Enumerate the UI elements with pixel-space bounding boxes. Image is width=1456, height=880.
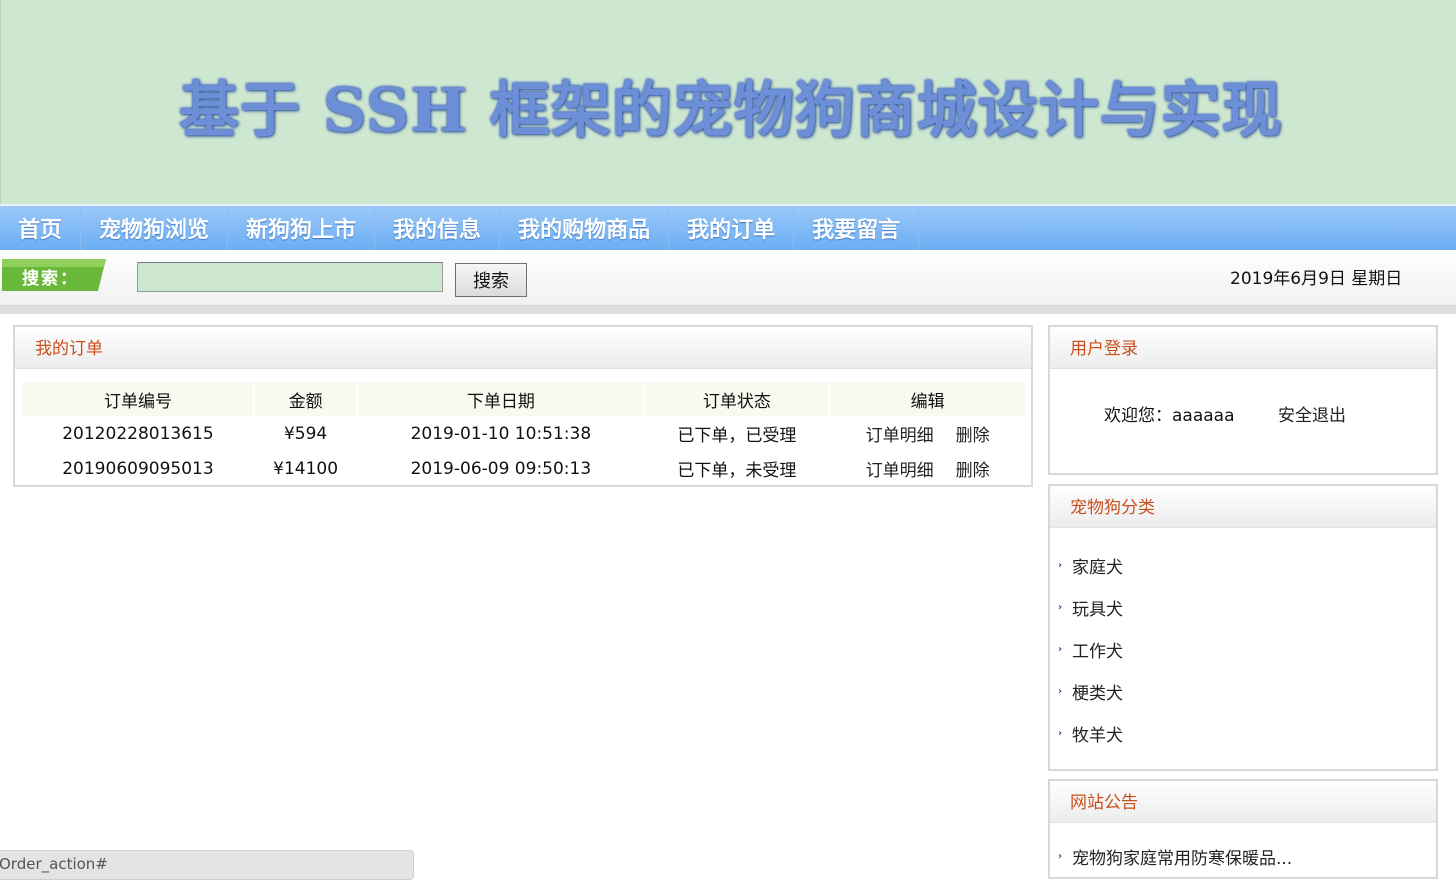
categories-panel: 宠物狗分类 › 家庭犬 › 玩具犬 › 工作犬 › 梗类犬 › 牧羊犬	[1048, 484, 1438, 771]
site-title: 基于 SSH 框架的宠物狗商城设计与实现	[179, 76, 1283, 146]
category-item[interactable]: › 玩具犬	[1058, 586, 1123, 628]
column-header-amount: 金额	[254, 382, 357, 416]
order-detail-link[interactable]: 订单明细	[866, 461, 934, 481]
order-detail-link[interactable]: 订单明细	[866, 426, 934, 446]
search-input[interactable]	[137, 262, 443, 292]
order-status: 已下单，未受理	[677, 461, 797, 481]
order-amount: ¥14100	[273, 458, 339, 479]
divider	[0, 306, 1456, 314]
order-actions: 订单明细 删除	[830, 451, 1025, 486]
orders-table: 订单编号 金额 下单日期 订单状态 编辑 20120228013615 ¥594…	[21, 382, 1027, 486]
current-date: 2019年6月9日 星期日	[1230, 269, 1403, 289]
search-bar: 搜索： 搜索 2019年6月9日 星期日	[0, 250, 1456, 306]
nav-item-my-orders[interactable]: 我的订单	[669, 206, 795, 250]
order-status: 已下单，已受理	[677, 426, 797, 446]
notice-list: › 宠物狗家庭常用防寒保暖品...	[1058, 835, 1292, 877]
table-header-row: 订单编号 金额 下单日期 订单状态 编辑	[23, 382, 1025, 416]
category-item[interactable]: › 家庭犬	[1058, 544, 1123, 586]
categories-panel-title: 宠物狗分类	[1050, 486, 1436, 528]
column-header-edit: 编辑	[830, 382, 1025, 416]
bullet-icon: ›	[1058, 601, 1063, 613]
site-banner: 基于 SSH 框架的宠物狗商城设计与实现	[0, 0, 1456, 204]
main-nav: 首页 宠物狗浏览 新狗狗上市 我的信息 我的购物商品 我的订单 我要留言	[0, 204, 1456, 250]
notice-panel: 网站公告 › 宠物狗家庭常用防寒保暖品...	[1048, 779, 1438, 879]
search-button[interactable]: 搜索	[455, 263, 527, 297]
category-list: › 家庭犬 › 玩具犬 › 工作犬 › 梗类犬 › 牧羊犬	[1058, 544, 1123, 754]
category-item[interactable]: › 工作犬	[1058, 628, 1123, 670]
search-label: 搜索：	[22, 269, 79, 289]
column-header-order-date: 下单日期	[358, 382, 644, 416]
nav-item-new-arrivals[interactable]: 新狗狗上市	[228, 206, 376, 250]
order-id: 20120228013615	[62, 423, 214, 444]
table-row: 20190609095013 ¥14100 2019-06-09 09:50:1…	[23, 451, 1025, 486]
column-header-order-id: 订单编号	[23, 382, 253, 416]
category-item[interactable]: › 牧羊犬	[1058, 712, 1123, 754]
order-amount: ¥594	[283, 423, 328, 444]
bullet-icon: ›	[1058, 643, 1063, 655]
orders-panel: 我的订单 订单编号 金额 下单日期 订单状态 编辑 20120228013615…	[13, 325, 1033, 487]
nav-item-my-cart[interactable]: 我的购物商品	[500, 206, 670, 250]
logout-link[interactable]: 安全退出	[1278, 401, 1346, 426]
delete-order-link[interactable]: 删除	[956, 426, 990, 446]
login-panel-title: 用户登录	[1050, 327, 1436, 369]
order-id: 20190609095013	[62, 458, 214, 479]
bullet-icon: ›	[1058, 559, 1063, 571]
bullet-icon: ›	[1058, 685, 1063, 697]
bullet-icon: ›	[1058, 727, 1063, 739]
order-date: 2019-01-10 10:51:38	[410, 423, 592, 444]
nav-item-browse[interactable]: 宠物狗浏览	[81, 206, 229, 250]
nav-item-my-info[interactable]: 我的信息	[375, 206, 501, 250]
notice-item[interactable]: › 宠物狗家庭常用防寒保暖品...	[1058, 835, 1292, 877]
delete-order-link[interactable]: 删除	[956, 461, 990, 481]
user-login-panel: 用户登录 欢迎您：aaaaaa 安全退出	[1048, 325, 1438, 475]
notice-panel-title: 网站公告	[1050, 781, 1436, 823]
order-actions: 订单明细 删除	[830, 416, 1025, 451]
orders-panel-title: 我的订单	[15, 327, 1031, 369]
column-header-status: 订单状态	[645, 382, 829, 416]
search-label-tag: 搜索：	[2, 259, 106, 291]
nav-item-home[interactable]: 首页	[0, 206, 82, 250]
order-date: 2019-06-09 09:50:13	[410, 458, 592, 479]
category-item[interactable]: › 梗类犬	[1058, 670, 1123, 712]
bullet-icon: ›	[1058, 850, 1063, 862]
welcome-text: 欢迎您：aaaaaa	[1104, 406, 1235, 426]
status-bar-url: Order_action#	[0, 850, 414, 880]
nav-item-leave-message[interactable]: 我要留言	[794, 206, 920, 250]
table-row: 20120228013615 ¥594 2019-01-10 10:51:38 …	[23, 416, 1025, 451]
